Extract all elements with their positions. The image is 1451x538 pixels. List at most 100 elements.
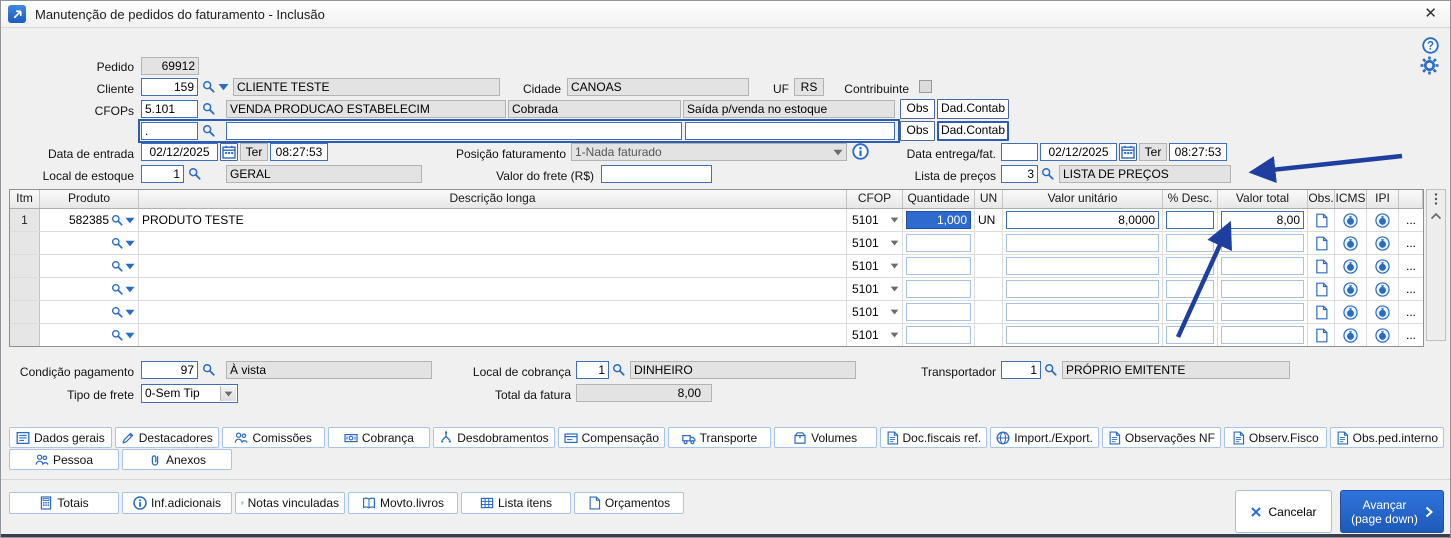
- data-entrada-field[interactable]: 02/12/2025: [141, 143, 218, 161]
- product-cell[interactable]: [40, 324, 139, 346]
- cobranca-button[interactable]: Cobrança: [328, 427, 431, 448]
- help-icon[interactable]: [1422, 37, 1439, 54]
- money-bag-icon[interactable]: [1343, 259, 1358, 274]
- cobranca-code-field[interactable]: 1: [576, 361, 609, 379]
- description-cell[interactable]: [139, 232, 847, 254]
- obs-cell[interactable]: [1308, 324, 1335, 346]
- lista-itens-button[interactable]: Lista itens: [461, 492, 571, 514]
- chevron-down-icon[interactable]: [218, 83, 229, 91]
- cfop-cell[interactable]: 5101: [847, 278, 903, 300]
- cfop-cell[interactable]: 5101: [847, 324, 903, 346]
- dad-contab-button[interactable]: Dad.Contab: [937, 99, 1009, 119]
- icms-cell[interactable]: [1335, 301, 1367, 323]
- chevron-down-icon[interactable]: [125, 217, 135, 224]
- icms-cell[interactable]: [1335, 209, 1367, 231]
- info-icon[interactable]: [852, 143, 869, 160]
- transportador-code-field[interactable]: 1: [1001, 361, 1041, 379]
- pessoa-button[interactable]: Pessoa: [9, 449, 119, 470]
- inf-adicionais-button[interactable]: Inf.adicionais: [122, 492, 232, 514]
- ipi-cell[interactable]: [1367, 232, 1399, 254]
- search-icon[interactable]: [202, 80, 215, 93]
- entrega-extra-field[interactable]: [1001, 143, 1038, 161]
- dados-gerais-button[interactable]: Dados gerais: [9, 427, 112, 448]
- ipi-cell[interactable]: [1367, 255, 1399, 277]
- time-field[interactable]: 08:27:53: [270, 143, 328, 161]
- more-cell[interactable]: ...: [1399, 255, 1423, 277]
- tipo-frete-combobox[interactable]: 0-Sem Tip: [141, 384, 238, 403]
- grid-scrollbar[interactable]: [1426, 189, 1446, 341]
- document-icon[interactable]: [1315, 328, 1328, 343]
- money-bag-icon[interactable]: [1343, 236, 1358, 251]
- cfop-cell[interactable]: 5101: [847, 209, 903, 231]
- close-icon[interactable]: ✕: [1424, 4, 1437, 22]
- cfop2-code-field[interactable]: .: [141, 122, 198, 140]
- search-icon[interactable]: [111, 329, 123, 341]
- condicao-code-field[interactable]: 97: [141, 361, 198, 379]
- more-cell[interactable]: ...: [1399, 209, 1423, 231]
- movto-livros-button[interactable]: Movto.livros: [348, 492, 458, 514]
- calendar-icon[interactable]: [1119, 143, 1137, 161]
- document-icon[interactable]: [1315, 213, 1328, 228]
- ipi-cell[interactable]: [1367, 301, 1399, 323]
- description-cell[interactable]: [139, 278, 847, 300]
- quantity-input[interactable]: [906, 280, 971, 298]
- quantity-input[interactable]: [906, 303, 971, 321]
- description-cell[interactable]: [139, 301, 847, 323]
- cfop-cell[interactable]: 5101: [847, 301, 903, 323]
- more-cell[interactable]: ...: [1399, 301, 1423, 323]
- observ-fisco-button[interactable]: Observ.Fisco: [1224, 427, 1327, 448]
- transporte-button[interactable]: Transporte: [668, 427, 771, 448]
- search-icon[interactable]: [1041, 167, 1054, 180]
- product-cell[interactable]: [40, 301, 139, 323]
- chevron-down-icon[interactable]: [125, 263, 135, 270]
- posicao-combobox[interactable]: 1-Nada faturado: [571, 143, 847, 161]
- product-cell[interactable]: 582385: [40, 209, 139, 231]
- quantity-input[interactable]: 1,000: [906, 211, 971, 229]
- notas-vinculadas-button[interactable]: Notas vinculadas: [235, 492, 345, 514]
- search-icon[interactable]: [612, 363, 625, 376]
- icms-cell[interactable]: [1335, 232, 1367, 254]
- chevron-down-icon[interactable]: [125, 332, 135, 339]
- observacoes-nf-button[interactable]: Observações NF: [1102, 427, 1221, 448]
- cfop1-code-field[interactable]: 5.101: [141, 100, 198, 118]
- discount-input[interactable]: [1166, 257, 1214, 275]
- description-cell[interactable]: [139, 324, 847, 346]
- money-bag-icon[interactable]: [1343, 282, 1358, 297]
- total-input[interactable]: [1221, 257, 1304, 275]
- doc-fiscais-button[interactable]: Doc.fiscais ref.: [880, 427, 988, 448]
- money-bag-icon[interactable]: [1343, 213, 1358, 228]
- ipi-cell[interactable]: [1367, 324, 1399, 346]
- money-bag-icon[interactable]: [1375, 328, 1390, 343]
- chevron-down-icon[interactable]: [890, 240, 899, 246]
- chevron-down-icon[interactable]: [890, 286, 899, 292]
- money-bag-icon[interactable]: [1375, 259, 1390, 274]
- scroll-up-icon[interactable]: [1430, 212, 1442, 220]
- discount-input[interactable]: [1166, 326, 1214, 344]
- compensacao-button[interactable]: Compensação: [558, 427, 665, 448]
- total-input[interactable]: 8,00: [1221, 211, 1304, 229]
- money-bag-icon[interactable]: [1375, 236, 1390, 251]
- obs-cell[interactable]: [1308, 232, 1335, 254]
- volumes-button[interactable]: Volumes: [774, 427, 877, 448]
- cliente-code-field[interactable]: 159: [141, 78, 198, 96]
- description-cell[interactable]: PRODUTO TESTE: [139, 209, 847, 231]
- estoque-code-field[interactable]: 1: [141, 165, 184, 183]
- data-entrega-field[interactable]: 02/12/2025: [1040, 143, 1117, 161]
- ipi-cell[interactable]: [1367, 278, 1399, 300]
- chevron-down-icon[interactable]: [890, 263, 899, 269]
- icms-cell[interactable]: [1335, 255, 1367, 277]
- unit-price-input[interactable]: [1006, 280, 1159, 298]
- search-icon[interactable]: [202, 124, 215, 137]
- discount-input[interactable]: [1166, 303, 1214, 321]
- quantity-input[interactable]: [906, 234, 971, 252]
- more-cell[interactable]: ...: [1399, 232, 1423, 254]
- search-icon[interactable]: [1044, 363, 1057, 376]
- money-bag-icon[interactable]: [1343, 305, 1358, 320]
- document-icon[interactable]: [1315, 236, 1328, 251]
- search-icon[interactable]: [111, 237, 123, 249]
- cfop2-desc-field[interactable]: [226, 122, 682, 140]
- ipi-cell[interactable]: [1367, 209, 1399, 231]
- orcamentos-button[interactable]: Orçamentos: [574, 492, 684, 514]
- anexos-button[interactable]: Anexos: [122, 449, 232, 470]
- search-icon[interactable]: [188, 167, 201, 180]
